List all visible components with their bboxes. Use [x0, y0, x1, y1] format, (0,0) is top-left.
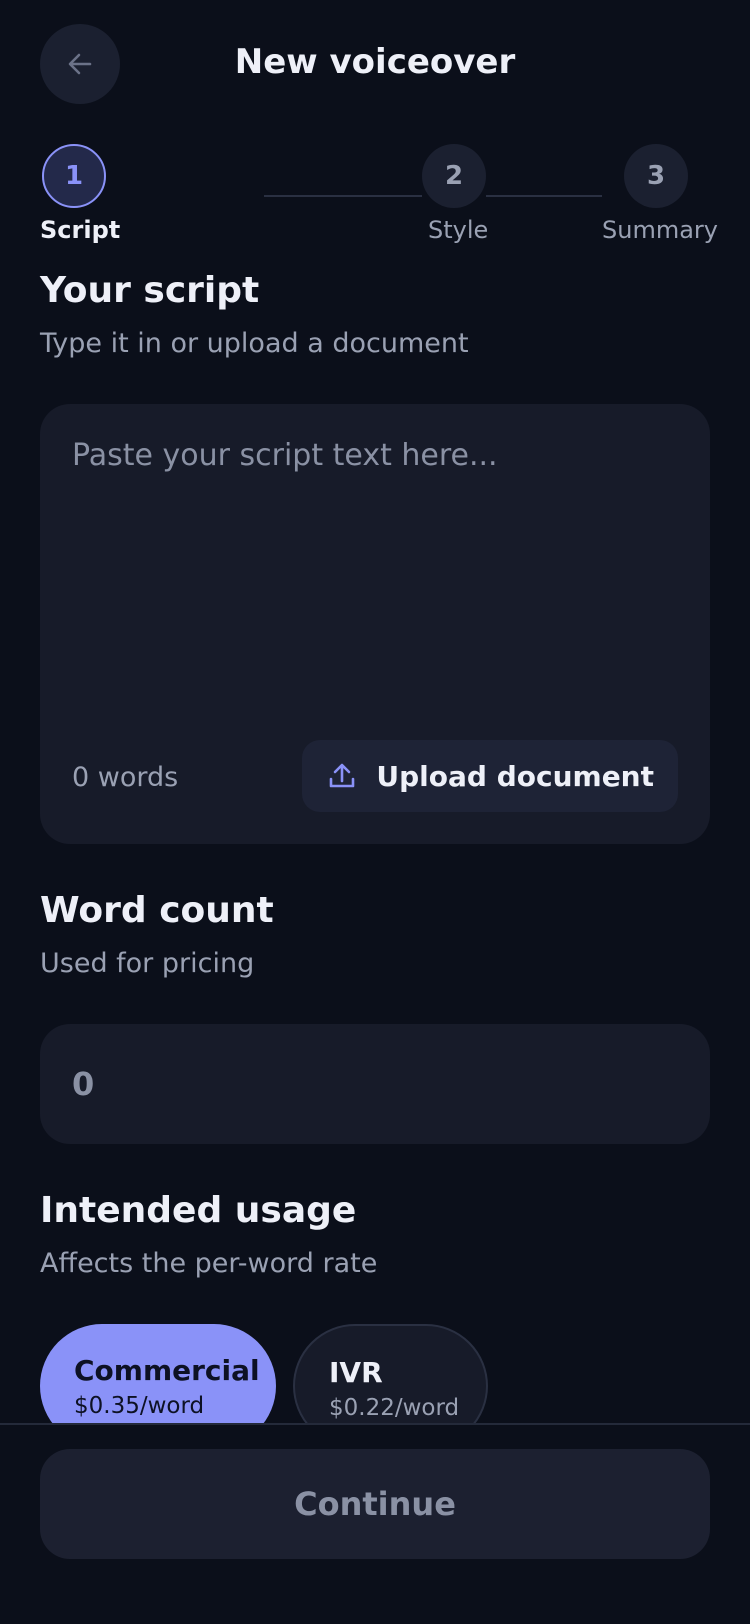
- upload-document-label: Upload document: [376, 759, 654, 793]
- script-section-subtitle: Type it in or upload a document: [40, 328, 469, 359]
- step-connector: [486, 195, 602, 197]
- step-1-indicator[interactable]: 1: [42, 144, 106, 208]
- bottom-action-bar: Continue: [0, 1423, 750, 1624]
- step-2-label: Style: [428, 216, 489, 244]
- step-1-label: Script: [40, 216, 121, 244]
- usage-option-rate: $0.35/word: [74, 1393, 205, 1419]
- usage-option-name: Commercial: [74, 1354, 260, 1387]
- usage-option-rate: $0.22/word: [329, 1395, 460, 1421]
- script-card: 0 words Upload document: [40, 404, 710, 844]
- word-count-section-title: Word count: [40, 890, 274, 931]
- script-section-title: Your script: [40, 270, 260, 311]
- step-3-indicator[interactable]: 3: [624, 144, 688, 208]
- script-textarea[interactable]: [72, 438, 672, 698]
- upload-document-button[interactable]: Upload document: [302, 740, 678, 812]
- script-word-count: 0 words: [72, 762, 179, 793]
- step-3-label: Summary: [602, 216, 718, 244]
- step-connector: [264, 195, 422, 197]
- usage-section-subtitle: Affects the per-word rate: [40, 1248, 378, 1279]
- word-count-field[interactable]: 0: [40, 1024, 710, 1144]
- page-title: New voiceover: [234, 42, 516, 82]
- word-count-section-subtitle: Used for pricing: [40, 948, 255, 979]
- usage-section-title: Intended usage: [40, 1190, 357, 1231]
- new-voiceover-screen: New voiceover 1 Script 2 Style 3 Summary…: [0, 0, 750, 1624]
- usage-option-name: IVR: [329, 1356, 383, 1389]
- upload-icon: [330, 763, 355, 788]
- step-2-indicator[interactable]: 2: [422, 144, 486, 208]
- continue-button[interactable]: Continue: [40, 1449, 710, 1559]
